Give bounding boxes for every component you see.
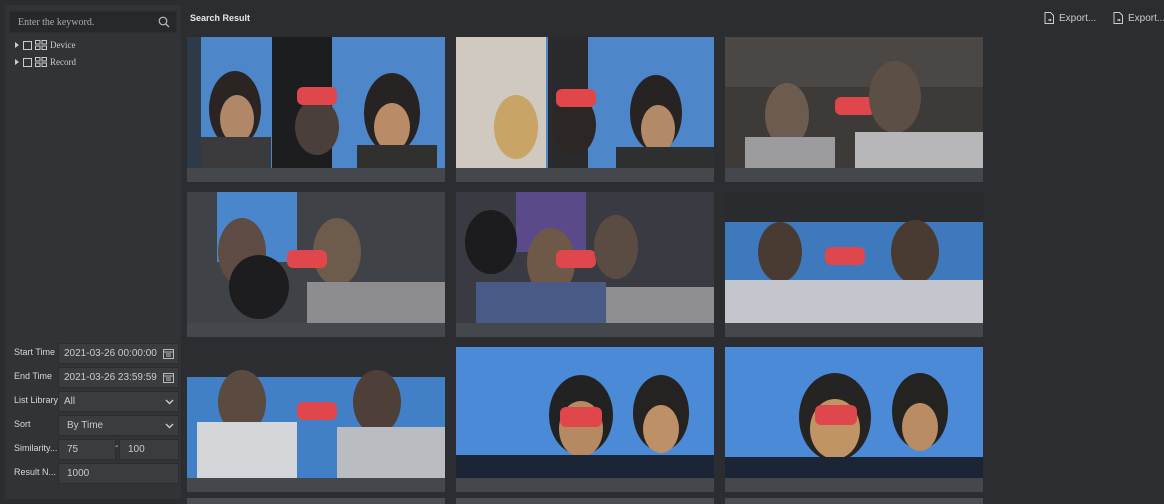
- export-label: Export...: [1059, 12, 1097, 24]
- chevron-down-icon[interactable]: [165, 421, 174, 430]
- similarity-to-input[interactable]: 100: [119, 439, 179, 460]
- thumbnail-info-bar: [187, 323, 445, 337]
- list-library-value: All: [64, 396, 76, 407]
- result-thumbnail[interactable]: [456, 192, 714, 337]
- result-thumbnail[interactable]: [187, 192, 445, 337]
- thumbnail-info-bar: [456, 478, 714, 492]
- list-library-select[interactable]: All: [58, 391, 179, 412]
- expand-arrow-icon[interactable]: [15, 42, 19, 48]
- start-time-label: Start Time: [14, 347, 56, 357]
- left-panel: Device Record Start Time 2021-03-26 00:0…: [5, 5, 181, 499]
- page-title: Search Result: [190, 13, 251, 23]
- end-time-row: End Time 2021-03-26 23:59:59: [5, 366, 181, 388]
- similarity-from-value: 75: [67, 444, 79, 455]
- result-number-value: 1000: [67, 468, 90, 479]
- export-all-button[interactable]: Export...: [1113, 10, 1164, 26]
- face-capture-image: [456, 37, 714, 168]
- end-time-value: 2021-03-26 23:59:59: [64, 372, 157, 383]
- thumbnail-info-bar: [725, 168, 983, 182]
- end-time-label: End Time: [14, 371, 53, 381]
- tree-item-label: Device: [50, 40, 76, 50]
- start-time-field[interactable]: 2021-03-26 00:00:00: [58, 343, 179, 364]
- chevron-down-icon[interactable]: [165, 397, 174, 406]
- result-thumbnail[interactable]: [725, 347, 983, 492]
- result-number-label: Result N...: [14, 467, 57, 477]
- sort-row: Sort By Time: [5, 414, 181, 436]
- result-grid: [187, 37, 983, 504]
- similarity-label: Similarity...: [14, 443, 58, 453]
- result-number-input[interactable]: 1000: [58, 463, 179, 484]
- sort-select[interactable]: By Time: [58, 415, 179, 436]
- thumbnail-info-bar: [456, 168, 714, 182]
- list-library-row: List Library All: [5, 390, 181, 412]
- similarity-to-value: 100: [128, 444, 145, 455]
- export-label: Export...: [1128, 12, 1164, 24]
- expand-arrow-icon[interactable]: [15, 59, 19, 65]
- similarity-row: Similarity... 75 - 100: [5, 438, 181, 460]
- export-button[interactable]: Export...: [1044, 10, 1096, 26]
- list-library-label: List Library: [14, 395, 58, 405]
- tree-item-record[interactable]: Record: [15, 55, 76, 69]
- export-icon: [1044, 12, 1054, 24]
- calendar-icon[interactable]: [163, 348, 174, 359]
- face-capture-image: [456, 347, 714, 478]
- sort-label: Sort: [14, 419, 31, 429]
- result-number-row: Result N... 1000: [5, 462, 181, 484]
- result-thumbnail[interactable]: [187, 347, 445, 492]
- thumbnail-info-bar: [456, 323, 714, 337]
- device-group-icon: [35, 40, 47, 50]
- start-time-value: 2021-03-26 00:00:00: [64, 348, 157, 359]
- result-thumbnail[interactable]: [456, 347, 714, 492]
- checkbox[interactable]: [23, 57, 32, 67]
- result-thumbnail-partial[interactable]: [725, 498, 983, 504]
- start-time-row: Start Time 2021-03-26 00:00:00: [5, 342, 181, 364]
- checkbox[interactable]: [23, 40, 32, 50]
- face-capture-image: [187, 347, 445, 478]
- search-icon[interactable]: [158, 16, 170, 28]
- similarity-range-dash: -: [115, 441, 119, 452]
- search-input[interactable]: [10, 12, 150, 33]
- result-thumbnail[interactable]: [456, 37, 714, 182]
- calendar-icon[interactable]: [163, 372, 174, 383]
- result-thumbnail[interactable]: [725, 37, 983, 182]
- record-group-icon: [35, 57, 47, 67]
- result-thumbnail-partial[interactable]: [456, 498, 714, 504]
- thumbnail-info-bar: [187, 168, 445, 182]
- tree-item-label: Record: [50, 57, 76, 67]
- face-capture-image: [187, 192, 445, 323]
- face-capture-image: [187, 37, 445, 168]
- similarity-from-input[interactable]: 75: [58, 439, 116, 460]
- sort-value: By Time: [67, 420, 104, 431]
- face-capture-image: [725, 347, 983, 478]
- thumbnail-info-bar: [187, 478, 445, 492]
- search-box[interactable]: [9, 11, 177, 33]
- tree-item-device[interactable]: Device: [15, 38, 75, 52]
- export-icon: [1113, 12, 1123, 24]
- result-thumbnail[interactable]: [187, 37, 445, 182]
- end-time-field[interactable]: 2021-03-26 23:59:59: [58, 367, 179, 388]
- result-thumbnail[interactable]: [725, 192, 983, 337]
- thumbnail-info-bar: [725, 323, 983, 337]
- result-thumbnail-partial[interactable]: [187, 498, 445, 504]
- face-capture-image: [725, 192, 983, 323]
- face-capture-image: [725, 37, 983, 168]
- face-capture-image: [456, 192, 714, 323]
- thumbnail-info-bar: [725, 478, 983, 492]
